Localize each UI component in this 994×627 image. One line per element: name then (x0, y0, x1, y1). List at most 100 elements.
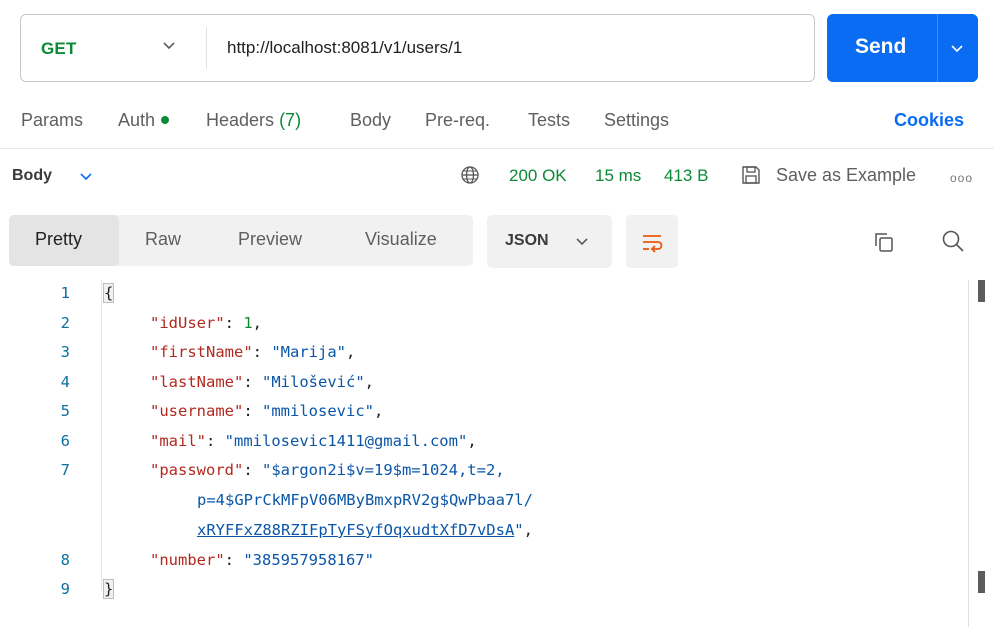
send-label: Send (855, 35, 907, 58)
json-value: "Milošević" (262, 373, 365, 391)
json-comma: , (467, 432, 477, 450)
code-line-wrapped: xRYFFxZ88RZIFpTyFSyfOqxudtXfD7vDsA", (197, 517, 533, 543)
gutter-divider (101, 280, 102, 590)
json-colon: : (224, 314, 244, 332)
code-line: "lastName": "Milošević", (150, 369, 374, 395)
tab-visualize[interactable]: Visualize (365, 229, 437, 250)
divider (937, 14, 938, 82)
request-bar: GET http://localhost:8081/v1/users/1 (20, 14, 815, 82)
json-colon: : (243, 461, 262, 479)
line-number: 2 (60, 314, 70, 332)
code-line: "idUser": 1, (150, 310, 262, 336)
status-code[interactable]: 200 OK (509, 166, 567, 186)
scrollbar-track[interactable] (968, 280, 969, 627)
tab-preview[interactable]: Preview (238, 229, 302, 250)
response-view-tabs: Pretty Raw Preview Visualize (9, 215, 473, 266)
tab-settings[interactable]: Settings (604, 110, 669, 131)
chevron-down-icon[interactable] (949, 40, 965, 56)
auth-status-dot (161, 116, 170, 125)
json-key: "firstName" (150, 343, 253, 361)
json-comma: , (523, 521, 533, 539)
line-number: 7 (60, 461, 70, 479)
divider (206, 27, 207, 69)
divider (0, 148, 994, 149)
json-comma: , (364, 373, 374, 391)
format-label: JSON (505, 232, 549, 249)
chevron-down-icon (576, 238, 588, 246)
json-comma: , (252, 314, 263, 332)
tab-tests[interactable]: Tests (528, 110, 570, 131)
response-size[interactable]: 413 B (664, 166, 708, 186)
tab-auth[interactable]: Auth (118, 110, 170, 131)
line-number: 3 (60, 343, 70, 361)
json-value: 1 (243, 314, 253, 332)
tab-auth-label: Auth (118, 110, 156, 130)
line-number: 6 (60, 432, 70, 450)
response-body-select[interactable]: Body (12, 167, 52, 185)
code-line: "username": "mmilosevic", (150, 398, 383, 424)
code-line: } (102, 576, 115, 602)
json-value: "Marija" (271, 343, 346, 361)
save-icon[interactable] (740, 164, 762, 186)
json-colon: : (252, 343, 272, 361)
search-icon[interactable] (940, 228, 966, 254)
chevron-down-icon[interactable] (161, 37, 177, 53)
json-value: p=4$GPrCkMFpV06MByBmxpRV2g$QwPbaa7l/ (197, 491, 533, 509)
line-number: 4 (60, 373, 70, 391)
send-button[interactable]: Send (827, 14, 978, 82)
scrollbar-thumb[interactable] (978, 571, 985, 593)
json-comma: , (373, 402, 384, 420)
json-key: "idUser" (150, 314, 225, 332)
code-line: "number": "385957958167" (150, 547, 374, 573)
copy-icon[interactable] (872, 230, 896, 254)
response-time[interactable]: 15 ms (595, 166, 641, 186)
json-value: "mmilosevic1411@gmail.com" (224, 432, 468, 450)
tab-params[interactable]: Params (21, 110, 83, 131)
json-key: "lastName" (150, 373, 244, 391)
tab-headers-label: Headers (206, 110, 275, 130)
save-as-example-button[interactable]: Save as Example (776, 165, 916, 186)
code-line: "password": "$argon2i$v=19$m=1024,t=2, (150, 457, 505, 483)
json-brace: } (102, 579, 115, 599)
json-colon: : (206, 432, 225, 450)
wrap-lines-icon (643, 235, 663, 253)
json-key: "mail" (150, 432, 206, 450)
line-number: 5 (60, 402, 70, 420)
json-key: "number" (150, 551, 225, 569)
globe-icon[interactable] (460, 165, 480, 185)
scrollbar-thumb[interactable] (978, 280, 985, 302)
json-comma: , (345, 343, 356, 361)
json-key: "password" (150, 461, 244, 479)
line-number: 1 (60, 284, 70, 302)
json-value: xRYFFxZ88RZIFpTyFSyfOqxudtXfD7vDsA (197, 521, 515, 539)
json-key: "username" (150, 402, 244, 420)
tab-pretty[interactable]: Pretty (35, 229, 82, 250)
code-line: { (102, 280, 115, 306)
wrap-lines-button[interactable] (626, 215, 678, 268)
json-colon: : (243, 402, 262, 420)
chevron-down-icon[interactable] (78, 168, 94, 184)
tab-raw[interactable]: Raw (145, 229, 181, 250)
tab-prereq[interactable]: Pre-req. (425, 110, 490, 131)
json-colon: : (243, 373, 262, 391)
method-select[interactable]: GET (41, 39, 77, 59)
json-value: "mmilosevic" (262, 402, 374, 420)
line-number: 8 (60, 551, 70, 569)
code-line: "mail": "mmilosevic1411@gmail.com", (150, 428, 477, 454)
tab-headers[interactable]: Headers (7) (206, 110, 301, 131)
format-select[interactable]: JSON (487, 215, 612, 268)
tab-body[interactable]: Body (350, 110, 391, 131)
response-body-editor[interactable]: 1 2 3 4 5 6 7 8 9 { "idUser": 1, "firstN… (0, 280, 994, 627)
headers-count: (7) (279, 110, 302, 130)
code-line: "firstName": "Marija", (150, 339, 355, 365)
json-colon: : (224, 551, 244, 569)
json-value: "$argon2i$v=19$m=1024,t=2, (262, 461, 505, 479)
code-line-wrapped: p=4$GPrCkMFpV06MByBmxpRV2g$QwPbaa7l/ (197, 487, 533, 513)
more-icon[interactable]: ooo (950, 171, 973, 185)
json-value: " (514, 521, 524, 539)
line-number: 9 (60, 580, 70, 598)
json-value: "385957958167" (243, 551, 374, 569)
cookies-link[interactable]: Cookies (894, 110, 964, 131)
json-brace: { (102, 283, 115, 303)
url-input[interactable]: http://localhost:8081/v1/users/1 (227, 38, 462, 58)
